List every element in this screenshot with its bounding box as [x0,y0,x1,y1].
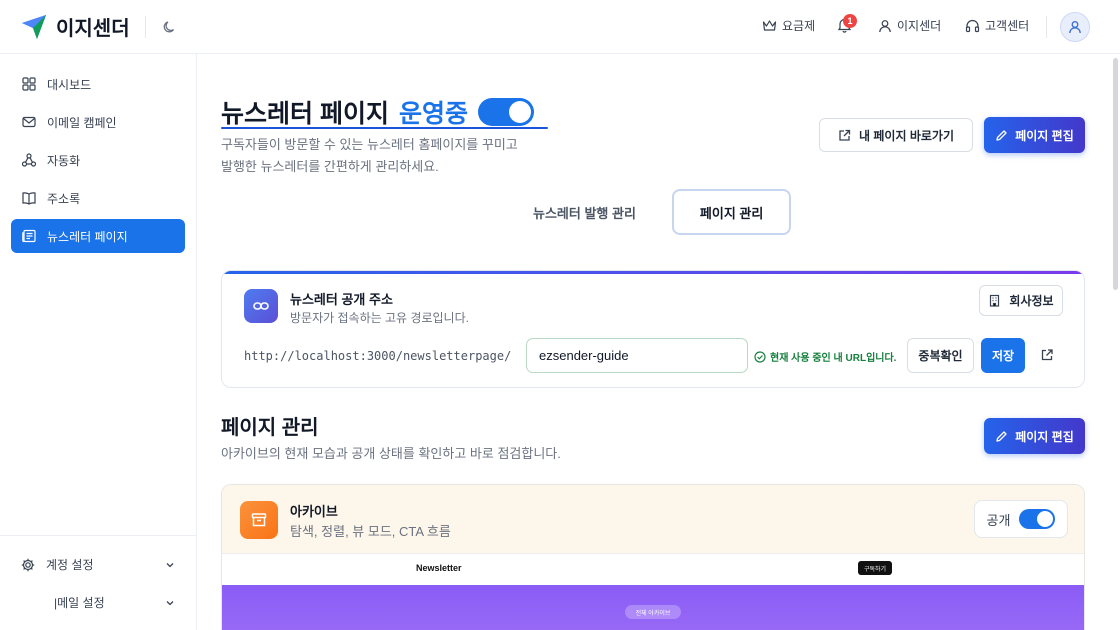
support-link[interactable]: 고객센터 [965,17,1029,34]
preview-brand: Newsletter [416,563,462,573]
card-accent-bar [222,271,1084,274]
paper-plane-logo-icon [22,14,46,39]
top-header: 이지센더 요금제 1 이지센더 고객센터 [0,0,1120,54]
account-link[interactable]: 이지센더 [878,17,941,34]
preview-subscribe-button: 구독하기 [858,561,892,575]
sidebar: 대시보드 이메일 캠페인 자동화 주소록 뉴스레터 페이지 계정 설정 |메일 … [0,54,197,630]
section-description: 아카이브의 현재 모습과 공개 상태를 확인하고 바로 점검합니다. [221,446,561,461]
sidebar-item-automation[interactable]: 자동화 [11,143,185,177]
page-description: 구독자들이 방문할 수 있는 뉴스레터 홈페이지를 꾸미고 발행한 뉴스레터를 … [221,134,561,178]
external-link-icon [839,129,851,141]
archive-box-icon [240,501,278,539]
goto-my-page-label: 내 페이지 바로가기 [859,128,954,143]
mail-icon [22,116,36,128]
sidebar-item-label: 이메일 캠페인 [47,115,117,130]
notification-badge: 1 [843,14,857,28]
chevron-down-icon [166,562,174,567]
pricing-link[interactable]: 요금제 [762,17,815,34]
header-divider-right [1046,16,1047,38]
archive-card: 아카이브 탐색, 정렬, 뷰 모드, CTA 흐름 공개 Newsletter … [221,484,1085,630]
chevron-down-icon [166,600,174,605]
tab-bar: 뉴스레터 발행 관리 페이지 관리 [507,189,792,235]
sidebar-divider [0,535,196,536]
archive-subtitle: 탐색, 정렬, 뷰 모드, CTA 흐름 [290,524,451,539]
pencil-icon [996,430,1007,442]
gear-icon [21,558,35,571]
tab-newsletter-publish[interactable]: 뉴스레터 발행 관리 [507,189,662,235]
check-circle-icon [754,350,766,363]
crown-icon [762,20,777,31]
app-name: 이지센더 [56,18,130,40]
moon-icon[interactable] [160,17,180,37]
headset-icon [965,19,980,32]
sidebar-item-contacts[interactable]: 주소록 [11,181,185,215]
public-url-subtitle: 방문자가 접속하는 고유 경로입니다. [290,311,469,325]
logo[interactable]: 이지센더 [20,12,130,41]
newspaper-icon [22,229,36,243]
sidebar-item-newsletter-page[interactable]: 뉴스레터 페이지 [11,219,185,253]
company-info-button[interactable]: 회사정보 [979,285,1063,316]
edit-page-label: 페이지 편집 [1015,128,1074,143]
user-avatar-icon [1069,21,1081,34]
base-url: http://localhost:3000/newsletterpage/ [244,349,512,363]
page-description-line2: 발행한 뉴스레터를 간편하게 관리하세요. [221,159,439,174]
public-toggle[interactable]: 공개 [974,500,1068,538]
archive-title: 아카이브 [290,504,338,519]
url-status: 현재 사용 중인 내 URL입니다. [754,349,896,364]
sidebar-item-email-campaign[interactable]: 이메일 캠페인 [11,105,185,139]
public-url-title: 뉴스레터 공개 주소 [290,292,393,307]
public-url-card: 뉴스레터 공개 주소 방문자가 접속하는 고유 경로입니다. 회사정보 http… [221,270,1085,388]
goto-my-page-button[interactable]: 내 페이지 바로가기 [819,118,973,152]
status-label: 운영중 [398,100,468,128]
open-external-icon[interactable] [1040,348,1054,367]
sidebar-item-dashboard[interactable]: 대시보드 [11,67,185,101]
sidebar-item-label: 계정 설정 [46,558,94,572]
scrollbar[interactable] [1113,58,1118,290]
url-status-text: 현재 사용 중인 내 URL입니다. [770,353,897,364]
page-status-toggle[interactable] [477,98,534,126]
check-duplicate-button[interactable]: 중복확인 [907,338,974,373]
slug-input[interactable] [526,338,748,373]
public-label: 공개 [986,512,1011,528]
company-info-label: 회사정보 [1009,294,1054,308]
support-label: 고객센터 [985,19,1030,33]
section-title: 페이지 관리 [221,417,319,439]
edit-page-label: 페이지 편집 [1015,429,1074,444]
pencil-icon [996,129,1007,141]
page-title: 뉴스레터 페이지 [221,100,389,128]
preview-pill: 전체 아카이브 [625,605,681,619]
sidebar-item-label: 뉴스레터 페이지 [47,229,128,244]
public-switch[interactable] [1019,509,1056,529]
tab-page-management[interactable]: 페이지 관리 [671,189,792,235]
link-icon [244,289,278,323]
building-icon [990,294,1000,307]
avatar[interactable] [1060,12,1090,42]
page-description-line1: 구독자들이 방문할 수 있는 뉴스레터 홈페이지를 꾸미고 [221,137,518,152]
sidebar-item-account-settings[interactable]: 계정 설정 [20,556,176,573]
save-button[interactable]: 저장 [981,338,1025,373]
sidebar-item-label: 대시보드 [47,77,92,92]
sidebar-item-mail-settings[interactable]: |메일 설정 [20,594,176,611]
account-label: 이지센더 [897,19,942,33]
title-underline [221,127,548,129]
archive-header [222,485,1084,553]
main-content: 뉴스레터 페이지 운영중 구독자들이 방문할 수 있는 뉴스레터 홈페이지를 꾸… [197,54,1120,630]
book-icon [22,192,36,205]
header-divider [145,16,146,38]
user-icon [879,19,891,32]
pricing-label: 요금제 [782,19,816,33]
workflow-icon [21,153,37,167]
preview-navbar [222,553,1084,585]
edit-page-button[interactable]: 페이지 편집 [984,117,1085,153]
page-header: 뉴스레터 페이지 운영중 [221,94,534,130]
edit-page-button-secondary[interactable]: 페이지 편집 [984,418,1085,454]
grid-icon [22,77,36,91]
sidebar-item-label: 자동화 [47,153,81,168]
sidebar-item-label: |메일 설정 [54,596,105,610]
sidebar-item-label: 주소록 [47,191,81,206]
